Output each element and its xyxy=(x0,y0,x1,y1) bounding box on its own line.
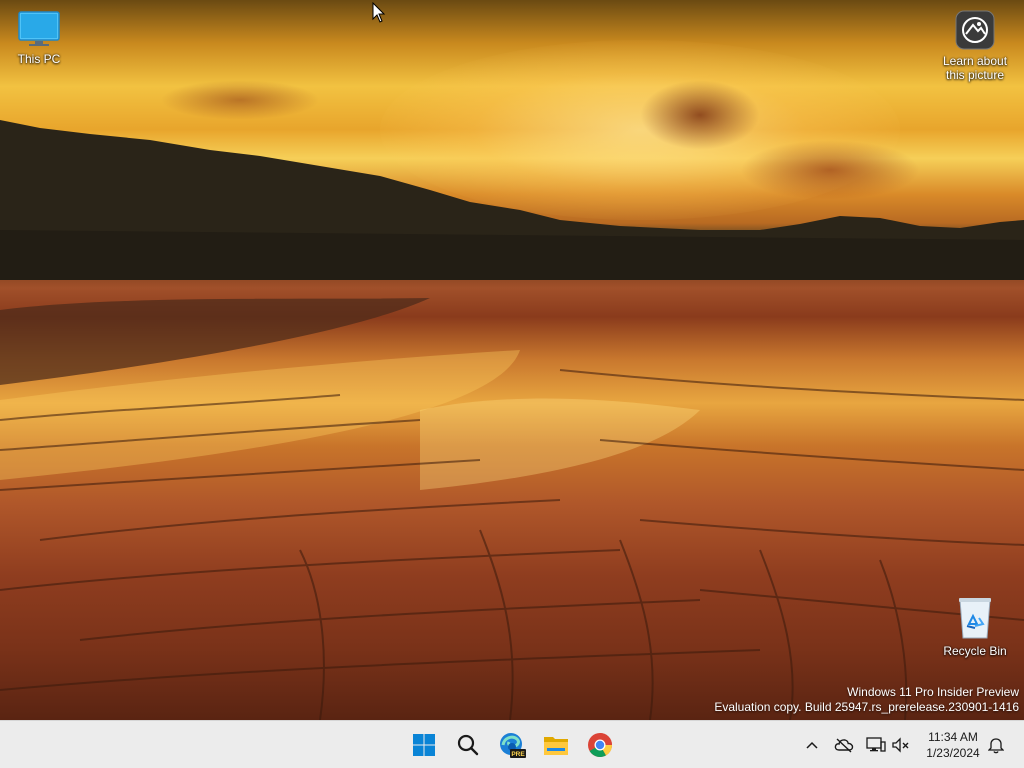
clock-time: 11:34 AM xyxy=(928,730,978,744)
recycle-bin-shortcut[interactable]: Recycle Bin xyxy=(938,596,1012,658)
file-explorer-button[interactable] xyxy=(536,725,576,765)
camera-aperture-icon xyxy=(955,10,995,50)
this-pc-shortcut[interactable]: This PC xyxy=(2,10,76,66)
network-icon xyxy=(866,737,886,752)
edge-pre-badge: PRE xyxy=(511,751,525,758)
recycle-bin-icon xyxy=(959,598,991,639)
build-watermark: Windows 11 Pro Insider Preview Evaluatio… xyxy=(714,685,1019,715)
watermark-build: Evaluation copy. Build 25947.rs_prerelea… xyxy=(714,700,1019,714)
learn-about-picture-label: Learn about this picture xyxy=(942,54,1008,82)
onedrive-button[interactable] xyxy=(832,733,856,757)
clock-date: 1/23/2024 xyxy=(926,746,980,760)
search-button[interactable] xyxy=(448,725,488,765)
search-icon xyxy=(457,734,479,756)
network-button[interactable] xyxy=(864,733,888,757)
chrome-icon xyxy=(588,733,612,758)
volume-button[interactable] xyxy=(890,733,914,757)
chrome-button[interactable] xyxy=(580,725,620,765)
show-hidden-icons-button[interactable] xyxy=(800,733,824,757)
mouse-pointer-icon xyxy=(372,2,386,23)
wallpaper-hills xyxy=(0,120,1024,280)
start-button[interactable] xyxy=(404,725,444,765)
recycle-bin-label: Recycle Bin xyxy=(943,644,1007,658)
taskbar: PRE 11:34 AM 1/23/2024 xyxy=(0,720,1024,768)
edge-dev-icon: PRE xyxy=(500,733,526,758)
watermark-edition: Windows 11 Pro Insider Preview xyxy=(847,685,1019,699)
cloud-offline-icon xyxy=(834,738,854,753)
monitor-icon xyxy=(18,11,60,46)
chevron-up-icon xyxy=(806,741,818,749)
wallpaper-terraces xyxy=(0,298,1024,720)
bell-icon xyxy=(988,738,1004,754)
learn-about-picture-shortcut[interactable]: Learn about this picture xyxy=(937,10,1013,82)
edge-dev-button[interactable]: PRE xyxy=(492,725,532,765)
notifications-button[interactable] xyxy=(984,733,1008,757)
windows-logo-icon xyxy=(413,734,435,756)
desktop[interactable]: This PC Learn about this picture Recycle… xyxy=(0,0,1024,720)
folder-icon xyxy=(544,737,568,755)
clock[interactable]: 11:34 AM 1/23/2024 xyxy=(918,729,988,761)
speaker-muted-icon xyxy=(892,737,909,753)
this-pc-label: This PC xyxy=(17,52,61,66)
